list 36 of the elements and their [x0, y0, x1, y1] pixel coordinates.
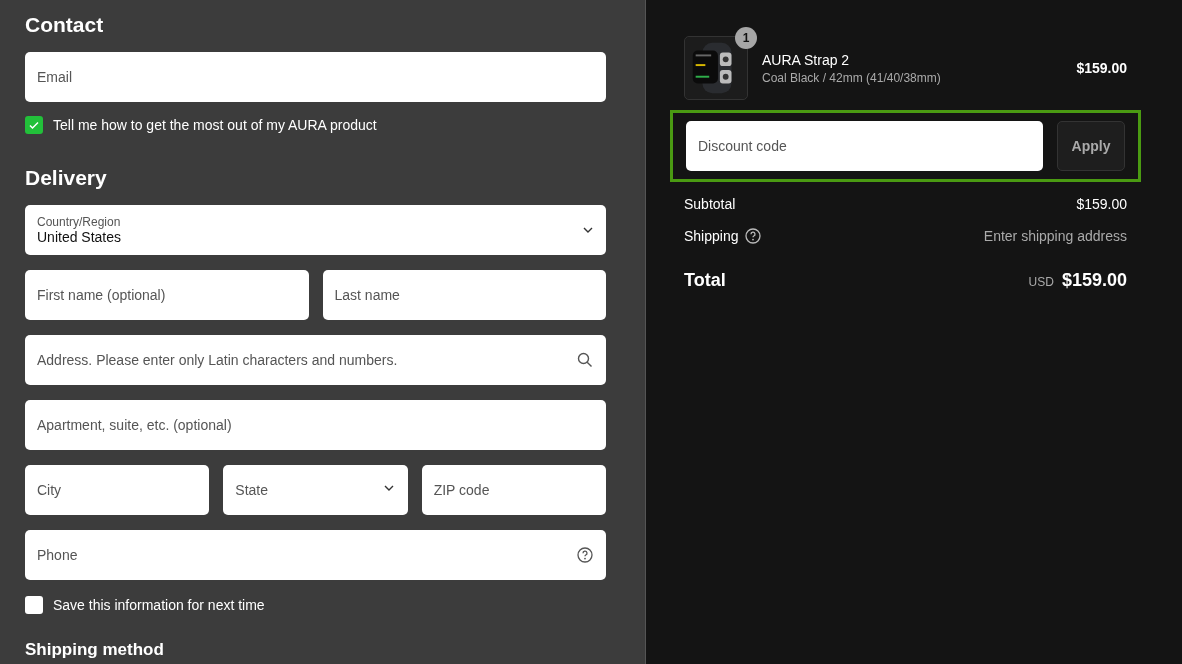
product-name: AURA Strap 2	[762, 51, 851, 68]
state-select[interactable]: State	[223, 465, 408, 515]
section-heading: Shipping method	[25, 639, 165, 661]
input-field[interactable]: Apartment, suite, etc. (optional)	[25, 400, 606, 450]
quantity-badge: 1	[735, 27, 757, 49]
discount-field[interactable]: Discount code	[686, 121, 1043, 171]
checkbox-label: Save this information for next time	[53, 597, 265, 613]
checkbox-label: Tell me how to get the most out of my AURA product	[53, 117, 377, 133]
currency-code: USD	[1028, 275, 1054, 289]
field-value: United States	[37, 229, 123, 245]
section-heading: Contact	[25, 12, 105, 38]
checkmark-icon	[28, 119, 40, 131]
section-heading: Delivery	[25, 165, 108, 191]
total-label: Total	[684, 270, 726, 291]
subtotal-value: $159.00	[1076, 196, 1127, 212]
input-field[interactable]: City	[25, 465, 210, 515]
subtotal-label: Subtotal	[684, 196, 736, 212]
product-variant: Coal Black / 42mm (41/40/38mm)	[762, 70, 942, 85]
product-price: $159.00	[1076, 60, 1127, 76]
input-field[interactable]: Last name	[322, 270, 606, 320]
field-label: Country/Region	[37, 215, 122, 229]
email-field[interactable]: Email	[25, 52, 606, 102]
input-field[interactable]: ZIP code	[421, 465, 606, 515]
help-icon[interactable]	[744, 228, 761, 244]
phone-field[interactable]: Phone	[25, 530, 606, 580]
country-select[interactable]: Country/Region United States	[25, 205, 606, 255]
shipping-label: Shipping	[684, 228, 739, 244]
help-icon[interactable]	[577, 547, 593, 563]
apply-button[interactable]: Apply	[1057, 121, 1125, 171]
checkbox[interactable]	[25, 116, 43, 134]
search-icon	[577, 352, 593, 368]
total-value: $159.00	[1061, 270, 1127, 291]
input-field[interactable]: First name (optional)	[25, 270, 309, 320]
shipping-value: Enter shipping address	[983, 228, 1127, 244]
checkbox[interactable]	[25, 596, 43, 614]
address-field[interactable]: Address. Please enter only Latin characters and numbers.	[25, 335, 606, 385]
